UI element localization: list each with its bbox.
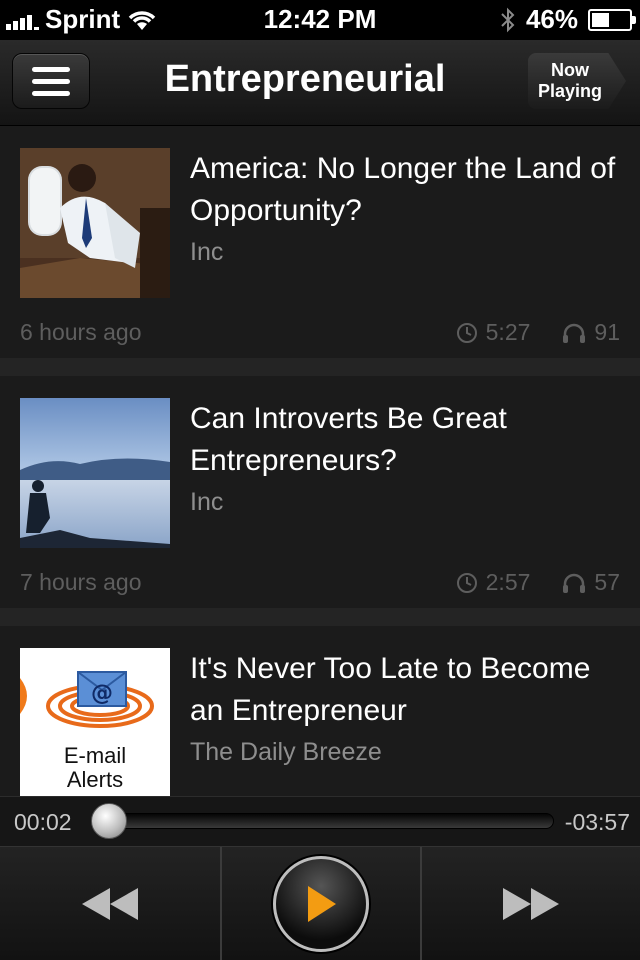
episode-source: Inc: [190, 488, 224, 516]
play-button[interactable]: [222, 847, 422, 960]
episode-thumbnail: [20, 148, 170, 298]
list-item[interactable]: Can Introverts Be Great Entrepreneurs? I…: [0, 376, 640, 626]
episode-thumbnail: @ E-mail Alerts: [20, 648, 170, 796]
list-item[interactable]: @ E-mail Alerts It's Never Too Late to B…: [0, 626, 640, 796]
page-title: Entrepreneurial: [164, 58, 446, 100]
navigation-bar: Entrepreneurial Now Playing: [0, 40, 640, 126]
progress-track[interactable]: [100, 813, 554, 829]
playback-progress: 00:02 -03:57: [0, 796, 640, 846]
battery-percent: 46%: [525, 4, 578, 34]
remaining-time: -03:57: [564, 809, 630, 835]
episode-meta: 5:27 91: [456, 319, 620, 346]
episode-title: Can Introverts Be Great Entrepreneurs?: [190, 402, 507, 477]
menu-button[interactable]: [12, 53, 90, 109]
episode-age: 7 hours ago: [20, 569, 142, 595]
bluetooth-icon: [501, 7, 515, 32]
list-item[interactable]: America: No Longer the Land of Opportuni…: [0, 126, 640, 376]
status-bar: Sprint 12:42 PM 46%: [0, 0, 640, 40]
fast-forward-icon: [503, 888, 559, 920]
elapsed-time: 00:02: [14, 809, 72, 835]
hamburger-icon-line: [32, 78, 70, 84]
headphones-icon: [563, 323, 586, 343]
episode-duration: 2:57: [485, 569, 531, 595]
episode-title: It's Never Too Late to Become an Entrepr…: [190, 652, 591, 727]
fast-forward-button[interactable]: [422, 847, 640, 960]
battery-icon: [588, 8, 636, 31]
now-playing-button[interactable]: Now Playing: [528, 53, 626, 109]
episode-thumbnail: [20, 398, 170, 548]
episode-listens: 57: [594, 569, 620, 595]
headphones-icon: [563, 573, 586, 593]
episode-age: 6 hours ago: [20, 319, 142, 345]
episode-duration: 5:27: [485, 319, 531, 345]
episode-source: Inc: [190, 238, 224, 266]
clock-icon: [456, 572, 477, 593]
episode-title: America: No Longer the Land of Opportuni…: [190, 152, 616, 227]
hamburger-icon-line: [32, 90, 70, 96]
episode-source: The Daily Breeze: [190, 738, 382, 766]
thumb-text-line2: Alerts: [66, 767, 124, 792]
scrubber-knob[interactable]: [90, 803, 127, 839]
now-playing-label-line1: Now: [551, 60, 589, 80]
rewind-button[interactable]: [0, 847, 222, 960]
episode-list[interactable]: America: No Longer the Land of Opportuni…: [0, 126, 640, 796]
play-icon: [308, 886, 336, 922]
thumb-text-line1: E-mail: [63, 743, 127, 768]
rewind-icon: [82, 888, 138, 920]
hamburger-icon: [32, 66, 70, 72]
playback-controls: [0, 846, 640, 960]
now-playing-label-line2: Playing: [537, 81, 603, 101]
episode-listens: 91: [594, 319, 620, 345]
svg-text:@: @: [91, 681, 113, 706]
episode-meta: 2:57 57: [456, 569, 620, 596]
clock-icon: [456, 322, 477, 343]
